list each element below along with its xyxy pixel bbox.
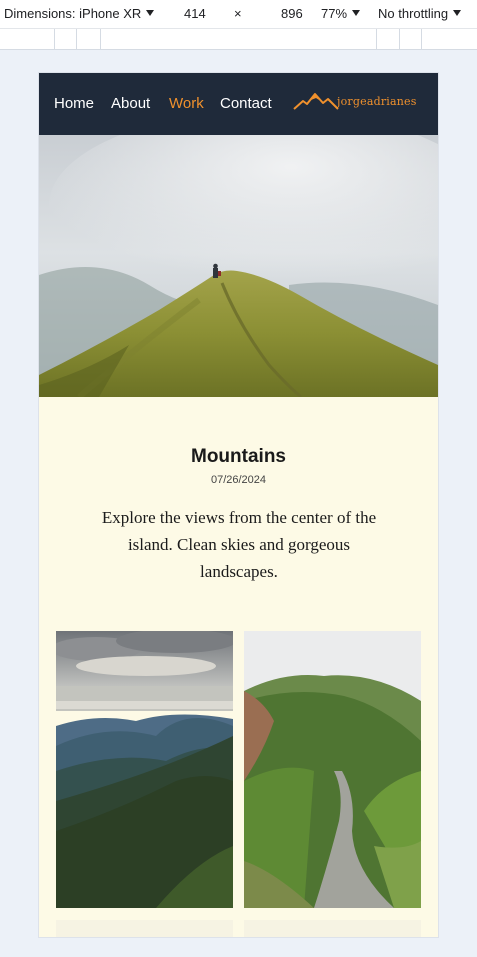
ruler-tick bbox=[76, 29, 77, 50]
ruler-tick bbox=[100, 29, 101, 50]
logo-text: jorgeadrianes bbox=[337, 95, 417, 108]
width-field[interactable]: 414 bbox=[184, 6, 206, 21]
chevron-down-icon bbox=[146, 10, 155, 16]
site-nav: Home About Work Contact jorgeadrianes bbox=[39, 73, 438, 135]
times-sign: × bbox=[234, 6, 242, 21]
devtools-toolbar: Dimensions: iPhone XR 414 × 896 77% No t… bbox=[0, 0, 477, 28]
mountain-hero-photo bbox=[39, 135, 438, 397]
chevron-down-icon bbox=[453, 10, 462, 16]
device-viewport: Home About Work Contact jorgeadrianes Mo… bbox=[39, 73, 438, 937]
valley-photo bbox=[56, 631, 233, 908]
hero-image bbox=[39, 135, 438, 397]
zoom-select[interactable]: 77% bbox=[321, 6, 361, 21]
ruler-tick bbox=[399, 29, 400, 50]
ruler-tick bbox=[421, 29, 422, 50]
post-description: Explore the views from the center of the… bbox=[101, 508, 377, 581]
chevron-down-icon bbox=[352, 10, 361, 16]
device-label: Dimensions: iPhone XR bbox=[4, 6, 142, 21]
gallery-photo-partial[interactable] bbox=[244, 920, 421, 937]
height-field[interactable]: 896 bbox=[281, 6, 303, 21]
post-title: Mountains bbox=[191, 446, 286, 467]
gallery-photo-partial[interactable] bbox=[56, 920, 233, 937]
gallery-photo-road[interactable] bbox=[244, 631, 421, 908]
ruler-tick bbox=[376, 29, 377, 50]
nav-contact-link[interactable]: Contact bbox=[220, 95, 272, 112]
road-photo bbox=[244, 631, 421, 908]
site-logo[interactable]: jorgeadrianes bbox=[293, 91, 416, 115]
mountain-logo-icon bbox=[293, 93, 339, 110]
zoom-label: 77% bbox=[321, 6, 348, 21]
media-query-bar bbox=[0, 28, 477, 50]
throttling-select[interactable]: No throttling bbox=[378, 6, 462, 21]
device-select[interactable]: Dimensions: iPhone XR bbox=[4, 6, 155, 21]
nav-home-link[interactable]: Home bbox=[54, 95, 94, 112]
gallery-photo-valley[interactable] bbox=[56, 631, 233, 908]
post-date: 07/26/2024 bbox=[210, 474, 267, 486]
throttling-label: No throttling bbox=[378, 6, 449, 21]
nav-about-link[interactable]: About bbox=[111, 95, 150, 112]
nav-work-link[interactable]: Work bbox=[169, 95, 204, 112]
ruler-tick bbox=[54, 29, 55, 50]
